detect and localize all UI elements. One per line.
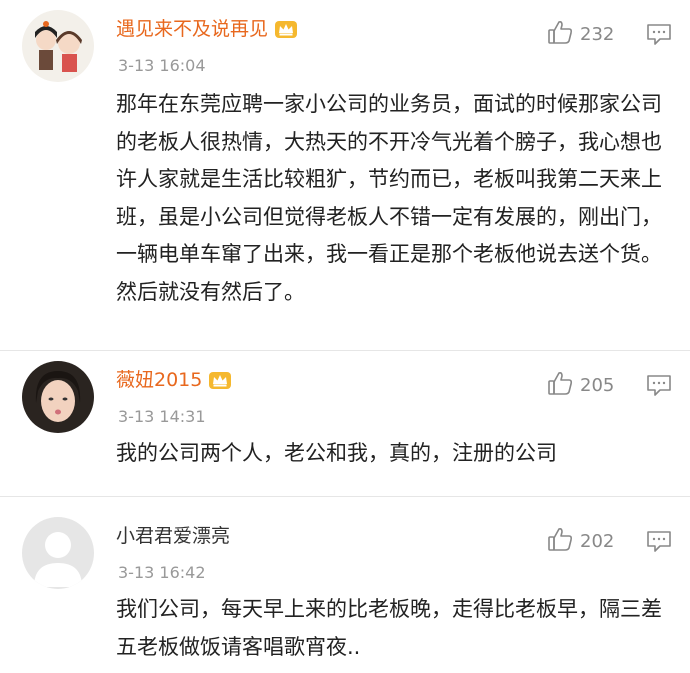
like-button[interactable]: 202: [546, 525, 614, 558]
username-text[interactable]: 小君君爱漂亮: [116, 523, 230, 549]
username[interactable]: 薇妞2015: [116, 367, 232, 393]
crown-icon: [274, 18, 298, 40]
thumbs-up-icon[interactable]: [546, 369, 574, 402]
timestamp: 3-13 14:31: [118, 407, 206, 426]
username-text[interactable]: 薇妞2015: [116, 367, 202, 393]
timestamp: 3-13 16:42: [118, 563, 206, 582]
comment-item: 小君君爱漂亮 3-13 16:42 202 我们公司，每天早上来的比老板晚，走得…: [0, 497, 690, 672]
comment-text: 我的公司两个人，老公和我，真的，注册的公司: [116, 441, 557, 465]
comment-item: 薇妞2015 3-13 14:31 205 我的公司两个人，老公和我，真的，注册…: [0, 351, 690, 497]
avatar[interactable]: [22, 361, 94, 433]
like-count: 205: [580, 375, 615, 396]
comment-bubble-icon[interactable]: [646, 373, 672, 397]
timestamp: 3-13 16:04: [118, 56, 206, 75]
like-button[interactable]: 232: [546, 18, 614, 51]
like-count: 202: [580, 531, 615, 552]
avatar[interactable]: [22, 517, 94, 589]
crown-icon: [208, 369, 232, 391]
like-count: 232: [580, 24, 615, 45]
comment-text: 我们公司，每天早上来的比老板晚，走得比老板早，隔三差五老板做饭请客唱歌宵夜..: [116, 597, 662, 659]
avatar[interactable]: [22, 10, 94, 82]
comment-bubble-icon[interactable]: [646, 22, 672, 46]
username[interactable]: 遇见来不及说再见: [116, 16, 298, 42]
like-button[interactable]: 205: [546, 369, 614, 402]
username[interactable]: 小君君爱漂亮: [116, 523, 230, 549]
thumbs-up-icon[interactable]: [546, 18, 574, 51]
username-text[interactable]: 遇见来不及说再见: [116, 16, 268, 42]
comment-item: 遇见来不及说再见 3-13 16:04 232 那年在东莞应聘一家小公司的业务员…: [0, 0, 690, 351]
comment-bubble-icon[interactable]: [646, 529, 672, 553]
thumbs-up-icon[interactable]: [546, 525, 574, 558]
comment-text: 那年在东莞应聘一家小公司的业务员，面试的时候那家公司的老板人很热情，大热天的不开…: [116, 92, 662, 304]
